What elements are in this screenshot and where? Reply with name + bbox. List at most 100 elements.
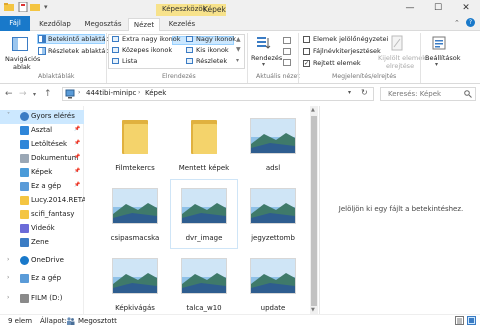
layout-expand-icon[interactable]: ▾ — [236, 57, 239, 64]
folder-icon — [122, 120, 148, 154]
extra-large-icons-icon — [112, 36, 119, 42]
folder-item[interactable]: Filmtekercs — [102, 110, 168, 178]
sidebar-item[interactable]: scifi_fantasy — [0, 208, 84, 222]
file-name: dvr_image — [185, 234, 223, 242]
chevron-right-icon[interactable]: › — [7, 256, 9, 263]
image-item[interactable]: update — [240, 250, 306, 318]
scroll-down-icon[interactable]: ▼ — [311, 307, 315, 313]
group-by-icon[interactable] — [283, 37, 291, 44]
file-extensions-checkbox[interactable] — [303, 48, 310, 55]
folder-item[interactable]: Mentett képek — [171, 110, 237, 178]
tab-share[interactable]: Megosztás — [80, 18, 126, 31]
properties-icon[interactable] — [18, 2, 28, 12]
refresh-icon[interactable]: ↻ — [361, 88, 368, 97]
breadcrumb-item-pictures[interactable]: Képek — [145, 89, 166, 97]
ribbon-separator — [420, 33, 421, 83]
image-item[interactable]: talca_w10 — [171, 250, 237, 318]
options-label[interactable]: Beállítások — [425, 54, 461, 62]
sort-label[interactable]: Rendezés — [251, 54, 282, 62]
maximize-button[interactable]: ☐ — [424, 0, 452, 16]
quick-access-dropdown-icon[interactable]: ▾ — [44, 3, 54, 13]
sidebar-item[interactable]: Képek 📌 — [0, 166, 84, 180]
layout-scroll-down-icon[interactable]: ▼ — [236, 46, 241, 53]
image-item[interactable]: csipasmacska — [102, 180, 168, 248]
item-checkboxes-checkbox[interactable] — [303, 36, 310, 43]
image-item[interactable]: Képkivágás — [102, 250, 168, 318]
layout-scroll-up-icon[interactable]: ▲ — [236, 36, 241, 43]
sidebar-item[interactable]: ˅ Gyors elérés — [0, 110, 84, 124]
file-name: Filmtekercs — [115, 164, 155, 172]
layout-item-extra-large-icons[interactable]: Extra nagy ikonok — [122, 35, 181, 43]
search-icon[interactable] — [464, 90, 472, 98]
sidebar-item[interactable]: Dokumentum 📌 — [0, 152, 84, 166]
breadcrumb-separator-icon[interactable]: › — [138, 89, 140, 96]
breadcrumb-item-computer[interactable]: 444tibi-minipc — [86, 89, 136, 97]
back-icon[interactable]: ← — [5, 89, 13, 99]
chevron-down-icon[interactable]: ˅ — [7, 112, 10, 119]
sidebar-item[interactable]: Zene — [0, 236, 84, 250]
layout-item-details[interactable]: Részletek — [196, 57, 227, 65]
address-dropdown-icon[interactable]: ▾ — [348, 89, 351, 96]
sidebar-item-label: scifi_fantasy — [31, 210, 75, 218]
sidebar-item[interactable]: Lucy.2014.RETAIL — [0, 194, 92, 208]
image-thumbnail-icon — [181, 188, 227, 224]
help-icon[interactable]: ? — [466, 18, 475, 27]
chevron-right-icon[interactable]: › — [7, 274, 9, 281]
layout-item-medium-icons[interactable]: Közepes ikonok — [122, 46, 172, 54]
image-thumbnail-icon — [112, 258, 158, 294]
navigation-pane-icon[interactable] — [12, 36, 28, 52]
sidebar-item[interactable]: Ez a gép 📌 — [0, 180, 84, 194]
sidebar-item[interactable]: › OneDrive — [0, 254, 84, 268]
sidebar-item-label: Ez a gép — [31, 274, 62, 282]
item-checkboxes-label[interactable]: Elemek jelölőnégyzetei — [313, 35, 388, 43]
tab-manage[interactable]: Kezelés — [162, 18, 202, 31]
options-dropdown-icon[interactable]: ▾ — [435, 61, 438, 68]
large-icons-view-icon[interactable] — [467, 316, 476, 325]
sidebar-item[interactable]: › FILM (D:) — [0, 292, 84, 306]
scrollbar-thumb[interactable] — [311, 116, 317, 306]
image-item[interactable]: dvr_image — [170, 179, 238, 249]
add-columns-icon[interactable] — [283, 48, 291, 55]
video-icon — [20, 224, 29, 233]
breadcrumb-separator-icon[interactable]: › — [78, 89, 80, 96]
sort-icon[interactable] — [256, 36, 272, 50]
details-pane-icon[interactable] — [38, 47, 46, 55]
new-folder-icon[interactable] — [30, 2, 40, 12]
status-value: Megosztott — [78, 317, 117, 325]
sidebar-item[interactable]: Asztal 📌 — [0, 124, 84, 138]
collapse-ribbon-icon[interactable]: ⌃ — [454, 19, 460, 27]
file-name: update — [260, 304, 286, 312]
file-name: jegyzettomb — [251, 234, 295, 242]
sidebar-item[interactable]: › Ez a gép — [0, 272, 84, 286]
sidebar-item[interactable]: Videók — [0, 222, 84, 236]
sort-dropdown-icon[interactable]: ▾ — [262, 61, 265, 68]
file-extensions-label[interactable]: Fájlnévkiterjesztések — [313, 47, 381, 55]
image-item[interactable]: jegyzettomb — [240, 180, 306, 248]
file-name: Mentett képek — [178, 164, 230, 172]
current-view-group-label: Aktuális nézet — [256, 73, 300, 80]
tab-view[interactable]: Nézet — [128, 18, 160, 31]
layout-item-small-icons[interactable]: Kis ikonok — [196, 46, 229, 54]
minimize-button[interactable]: — — [396, 0, 424, 16]
hidden-items-label[interactable]: Rejtett elemek — [313, 59, 361, 67]
tab-home[interactable]: Kezdőlap — [35, 18, 75, 31]
hidden-items-checkbox[interactable]: ✓ — [303, 60, 310, 67]
recent-locations-icon[interactable]: ▾ — [33, 91, 36, 98]
details-view-icon[interactable] — [455, 316, 464, 325]
folder-icon — [4, 3, 14, 11]
chevron-right-icon[interactable]: › — [7, 294, 9, 301]
layout-item-large-icons[interactable]: Nagy ikonok — [196, 35, 236, 43]
image-item[interactable]: adsl — [240, 110, 306, 178]
sidebar-item[interactable]: Letöltések 📌 — [0, 138, 84, 152]
scroll-up-icon[interactable]: ▲ — [311, 107, 315, 113]
navigation-pane-label-2[interactable]: ablak — [13, 63, 31, 71]
layout-item-list[interactable]: Lista — [122, 57, 137, 65]
pin-icon: 📌 — [74, 182, 81, 188]
tab-file[interactable]: Fájl — [0, 16, 30, 31]
options-icon[interactable] — [432, 36, 446, 50]
up-icon[interactable]: ↑ — [44, 89, 52, 99]
size-columns-icon[interactable] — [283, 59, 291, 66]
close-button[interactable]: ✕ — [452, 0, 480, 16]
forward-icon[interactable]: → — [19, 89, 27, 99]
navigation-pane-label[interactable]: Navigációs — [5, 55, 40, 63]
